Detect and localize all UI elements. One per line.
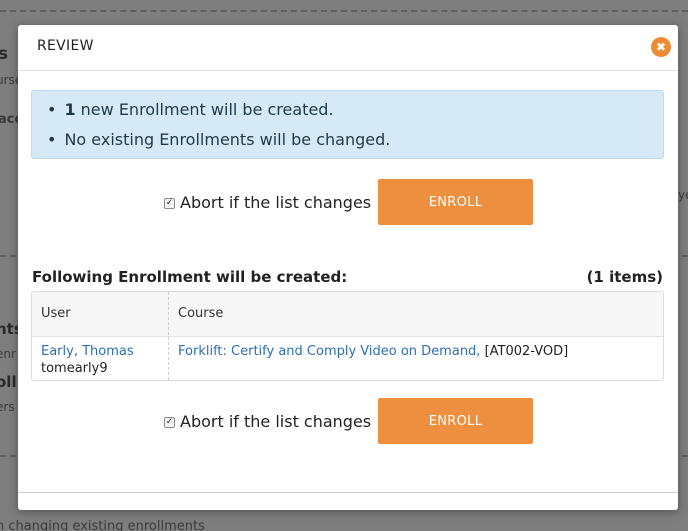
- info-line-existing: • No existing Enrollments will be changed…: [47, 130, 390, 149]
- course-cell: Forklift: Certify and Comply Video on De…: [178, 344, 568, 359]
- close-icon[interactable]: ✖: [651, 37, 671, 57]
- background-heading-fragment: s: [0, 44, 9, 64]
- enroll-button-top[interactable]: ENROLL: [378, 179, 533, 225]
- column-header-course[interactable]: Course: [178, 306, 223, 321]
- background-text-fragment: ye: [678, 188, 688, 202]
- info-line-existing-text: No existing Enrollments will be changed.: [64, 130, 391, 149]
- modal-footer-divider: [18, 492, 678, 493]
- list-title: Following Enrollment will be created:: [32, 268, 348, 286]
- abort-checkbox-top[interactable]: ✓: [164, 198, 175, 209]
- user-login: tomearly9: [41, 361, 108, 376]
- course-link[interactable]: Forklift: Certify and Comply Video on De…: [178, 344, 480, 359]
- list-count: (1 items): [586, 268, 663, 286]
- info-line-new-text: new Enrollment will be created.: [75, 100, 334, 119]
- abort-row-bottom: ✓ Abort if the list changes ENROLL: [18, 398, 678, 444]
- info-line-new: • 1 new Enrollment will be created.: [47, 100, 334, 119]
- background-heading-fragment: oll: [0, 373, 17, 391]
- column-divider: [168, 292, 169, 380]
- info-box: • 1 new Enrollment will be created. • No e…: [31, 90, 664, 159]
- new-count: 1: [64, 100, 76, 119]
- course-code: [AT002-VOD]: [484, 344, 569, 359]
- background-text-fragment: ers: [0, 400, 15, 414]
- bullet-icon: •: [47, 130, 57, 149]
- abort-checkbox-bottom[interactable]: ✓: [164, 417, 175, 428]
- enrollment-table: User Course Early, Thomas tomearly9 Fork…: [31, 291, 664, 381]
- user-name-link[interactable]: Early, Thomas: [41, 344, 134, 359]
- abort-row-top: ✓ Abort if the list changes ENROLL: [18, 179, 678, 225]
- review-modal: REVIEW ✖ • 1 new Enrollment will be creat…: [18, 25, 678, 510]
- abort-label-bottom: Abort if the list changes: [180, 412, 372, 431]
- modal-title: REVIEW: [37, 38, 94, 54]
- background-divider: [0, 10, 688, 12]
- background-text-fragment: n changing existing enrollments: [0, 519, 205, 531]
- modal-header: REVIEW ✖: [18, 25, 678, 71]
- abort-label-top: Abort if the list changes: [180, 193, 372, 212]
- column-header-user[interactable]: User: [41, 306, 71, 321]
- enroll-button-bottom[interactable]: ENROLL: [378, 398, 533, 444]
- background-text-fragment: enr: [0, 347, 16, 361]
- table-header: User Course: [32, 292, 663, 337]
- bullet-icon: •: [47, 100, 57, 119]
